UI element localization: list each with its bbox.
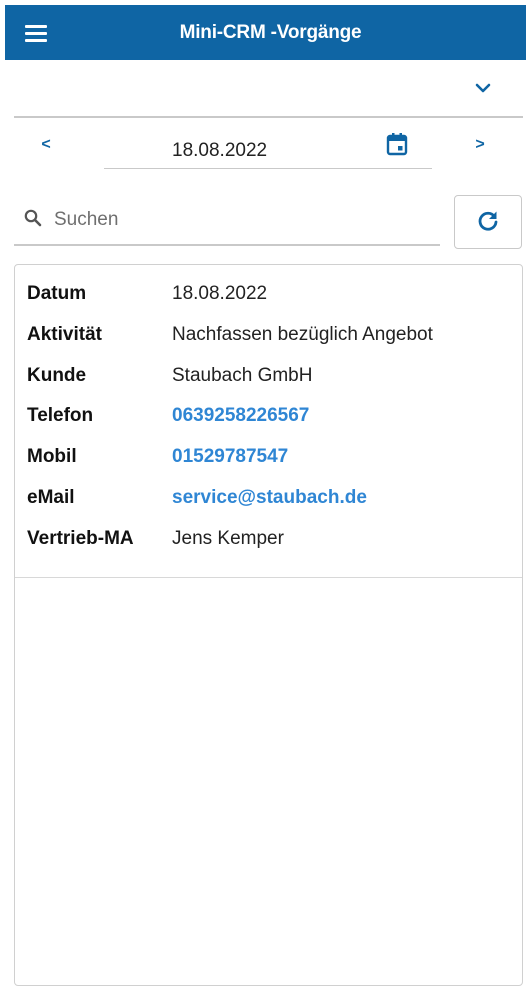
details-card: Datum 18.08.2022 Aktivität Nachfassen be… <box>14 264 523 986</box>
date-value: 18.08.2022 <box>172 140 268 161</box>
app-bar: Mini-CRM -Vorgänge <box>5 5 526 60</box>
date-field[interactable]: 18.08.2022 <box>104 124 432 169</box>
refresh-icon <box>478 211 498 231</box>
detail-label: Vertrieb-MA <box>27 528 134 549</box>
phone-link[interactable]: 0639258226567 <box>172 405 309 427</box>
mobile-link[interactable]: 01529787547 <box>172 446 288 468</box>
refresh-button[interactable] <box>454 195 522 249</box>
detail-label: Mobil <box>27 446 77 467</box>
detail-label: Telefon <box>27 405 94 426</box>
detail-label: Aktivität <box>27 324 102 345</box>
card-divider <box>15 577 522 578</box>
filter-select[interactable] <box>14 60 523 118</box>
detail-label: Datum <box>27 283 87 304</box>
detail-label: Kunde <box>27 365 87 386</box>
search-bar <box>14 196 440 246</box>
detail-value: 18.08.2022 <box>172 283 268 304</box>
search-input[interactable] <box>52 202 436 238</box>
detail-label: eMail <box>27 487 75 508</box>
app-title: Mini-CRM -Vorgänge <box>179 22 362 43</box>
search-icon <box>24 209 42 227</box>
previous-day-button[interactable]: < <box>36 136 56 154</box>
email-link[interactable]: service@staubach.de <box>172 487 367 509</box>
calendar-icon[interactable] <box>386 132 408 156</box>
detail-value: Jens Kemper <box>172 528 284 549</box>
detail-value: Staubach GmbH <box>172 365 313 386</box>
chevron-down-icon[interactable] <box>475 82 491 94</box>
detail-value: Nachfassen bezüglich Angebot <box>172 324 433 345</box>
next-day-button[interactable]: > <box>470 136 490 154</box>
